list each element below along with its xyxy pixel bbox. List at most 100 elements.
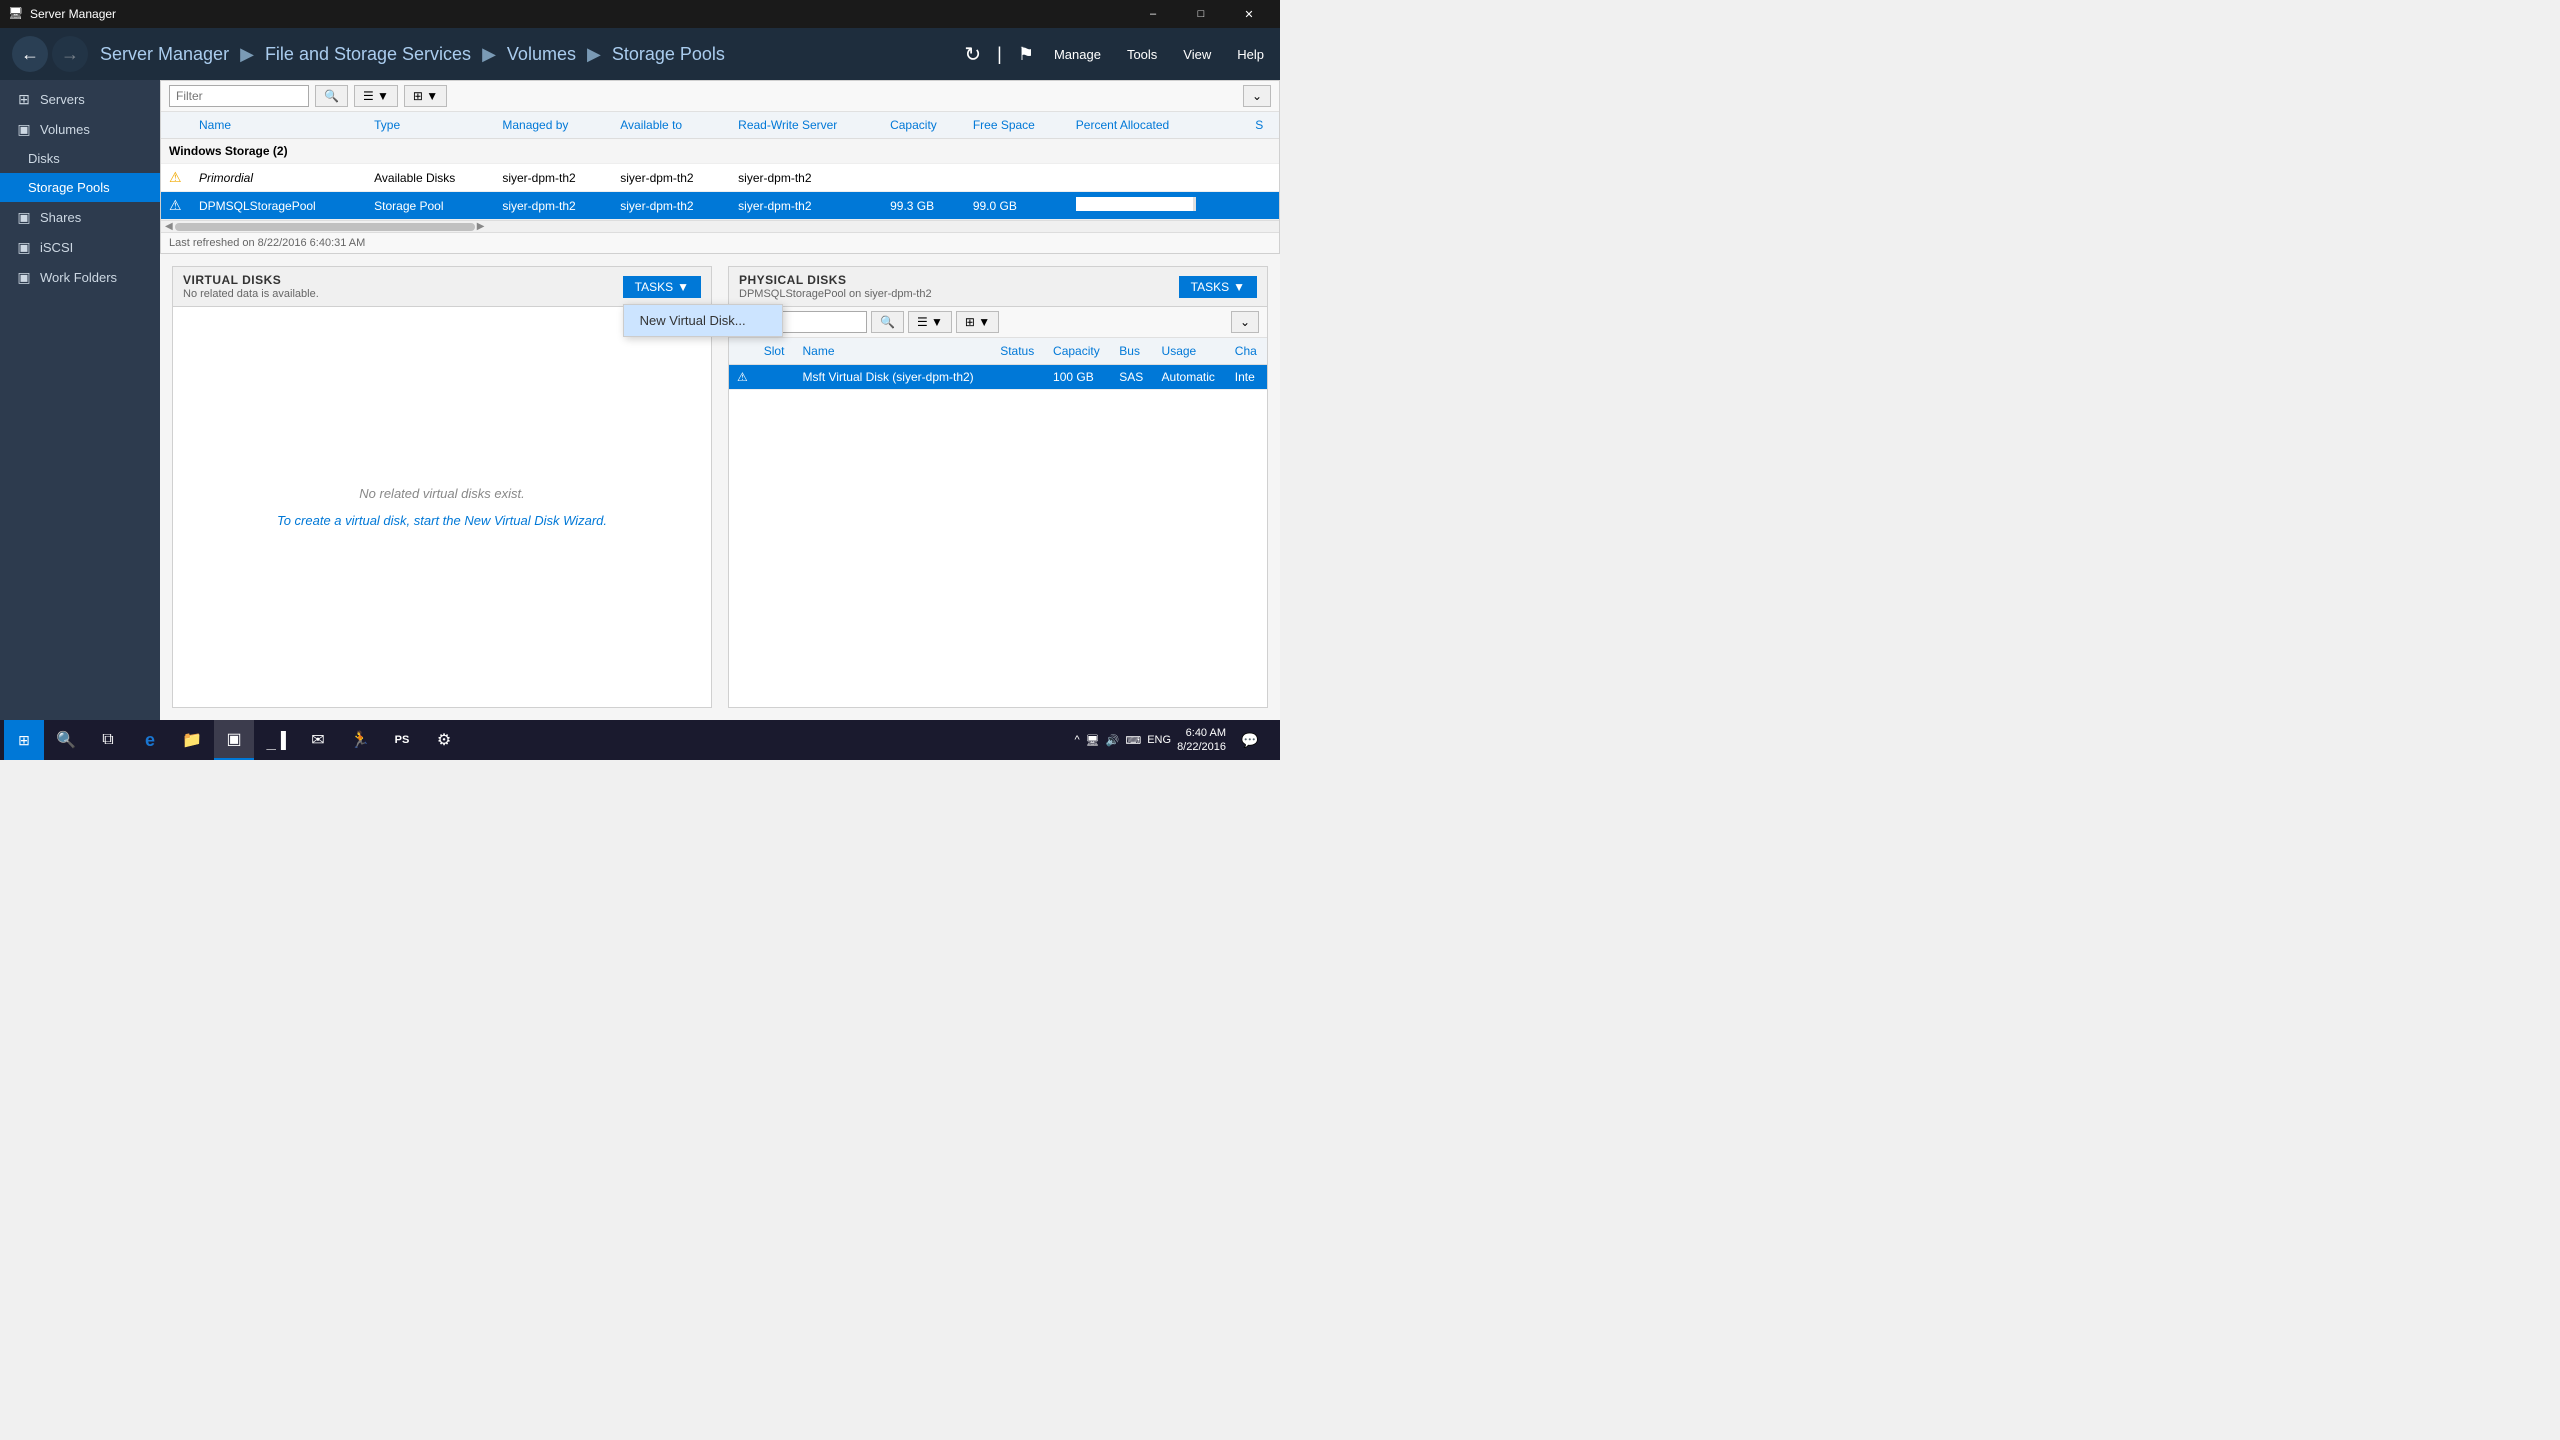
menu-tools[interactable]: Tools [1123, 43, 1161, 66]
close-button[interactable]: ✕ [1226, 0, 1272, 28]
phys-col-chassis[interactable]: Cha [1227, 338, 1267, 365]
tray-language[interactable]: ENG [1147, 734, 1171, 746]
back-button[interactable]: ← [12, 36, 48, 72]
breadcrumb-volumes[interactable]: Volumes [507, 44, 576, 64]
forward-button[interactable]: → [52, 36, 88, 72]
filter-search-button[interactable]: 🔍 [315, 85, 348, 107]
menu-view[interactable]: View [1179, 43, 1215, 66]
outlook-button[interactable]: ✉ [298, 720, 338, 760]
phys-col-slot[interactable]: Slot [756, 338, 795, 365]
col-header-s[interactable]: S [1247, 112, 1279, 139]
config-button[interactable]: ⚙ [424, 720, 464, 760]
tray-chevron-icon[interactable]: ^ [1074, 734, 1079, 746]
taskbar: ⊞ 🔍 ⧉ e 📁 ▣ _▐ ✉ 🏃 PS ⚙ ^ 🖥 🔊 ⌨ ENG 6:40… [0, 720, 1280, 760]
phys-table-row[interactable]: ⚠ Msft Virtual Disk (siyer-dpm-th2) 100 … [729, 365, 1267, 390]
row-capacity [882, 164, 965, 192]
col-header-type[interactable]: Type [366, 112, 494, 139]
physical-disks-panel: PHYSICAL DISKS DPMSQLStoragePool on siye… [728, 266, 1268, 708]
tray-network-icon[interactable]: 🖥 [1086, 734, 1100, 747]
sidebar-item-disks[interactable]: Disks [0, 144, 160, 173]
tray-volume-icon[interactable]: 🔊 [1106, 734, 1120, 747]
row-free [965, 164, 1068, 192]
run-button[interactable]: 🏃 [340, 720, 380, 760]
warning-triangle-icon: ⚠ [169, 169, 182, 185]
scroll-left-arrow[interactable]: ◀ [163, 221, 175, 232]
phys-row-warn: ⚠ [729, 365, 756, 390]
work-folders-icon: ▣ [16, 269, 32, 285]
phys-col-bus[interactable]: Bus [1111, 338, 1153, 365]
phys-row-chassis: Inte [1227, 365, 1267, 390]
ie-button[interactable]: e [130, 720, 170, 760]
minimize-button[interactable]: – [1130, 0, 1176, 28]
phys-row-bus: SAS [1111, 365, 1153, 390]
menu-manage[interactable]: Manage [1050, 43, 1105, 66]
row-available: siyer-dpm-th2 [612, 164, 730, 192]
sidebar-label-work-folders: Work Folders [40, 270, 117, 285]
col-header-available-to[interactable]: Available to [612, 112, 730, 139]
virtual-disks-content: No related virtual disks exist. To creat… [173, 307, 711, 707]
physical-disks-tasks-button[interactable]: TASKS ▼ [1179, 276, 1257, 298]
sidebar-item-volumes[interactable]: ▣ Volumes [0, 114, 160, 144]
separator: | [993, 44, 1006, 65]
col-header-free-space[interactable]: Free Space [965, 112, 1068, 139]
maximize-button[interactable]: □ [1178, 0, 1224, 28]
col-header-percent[interactable]: Percent Allocated [1068, 112, 1247, 139]
powershell-button[interactable]: PS [382, 720, 422, 760]
group-header-text: Windows Storage (2) [161, 139, 1279, 164]
phys-col-usage[interactable]: Usage [1154, 338, 1227, 365]
sidebar-item-servers[interactable]: ⊞ Servers [0, 84, 160, 114]
start-button[interactable]: ⊞ [4, 720, 44, 760]
col-header-read-write[interactable]: Read-Write Server [730, 112, 882, 139]
tray-keyboard-icon[interactable]: ⌨ [1125, 734, 1141, 747]
col-header-capacity[interactable]: Capacity [882, 112, 965, 139]
refresh-button[interactable]: ↻ [964, 42, 981, 67]
sidebar-label-servers: Servers [40, 92, 85, 107]
col-header-managed-by[interactable]: Managed by [494, 112, 612, 139]
new-virtual-disk-item[interactable]: New Virtual Disk... [624, 305, 782, 336]
table-row-selected[interactable]: ⚠ DPMSQLStoragePool Storage Pool siyer-d… [161, 192, 1279, 220]
scroll-right-arrow[interactable]: ▶ [475, 221, 487, 232]
flag-button[interactable]: ⚑ [1018, 44, 1034, 65]
phys-view-button[interactable]: ☰ ▼ [908, 311, 952, 333]
filter-input[interactable] [169, 85, 309, 107]
sidebar-item-shares[interactable]: ▣ Shares [0, 202, 160, 232]
phys-col-name[interactable]: Name [795, 338, 993, 365]
col-header-name-text[interactable]: Name [191, 112, 366, 139]
table-row[interactable]: ⚠ Primordial Available Disks siyer-dpm-t… [161, 164, 1279, 192]
sidebar-item-storage-pools[interactable]: Storage Pools [0, 173, 160, 202]
cmd-button[interactable]: _▐ [256, 720, 296, 760]
sidebar-item-iscsi[interactable]: ▣ iSCSI [0, 232, 160, 262]
phys-filter-search-button[interactable]: 🔍 [871, 311, 904, 333]
view-options-button[interactable]: ☰ ▼ [354, 85, 398, 107]
breadcrumb-storage-pools[interactable]: Storage Pools [612, 44, 725, 64]
task-view-button[interactable]: ⧉ [88, 720, 128, 760]
breadcrumb-root[interactable]: Server Manager [100, 44, 229, 64]
notification-button[interactable]: 💬 [1232, 720, 1268, 760]
sidebar-item-work-folders[interactable]: ▣ Work Folders [0, 262, 160, 292]
server-manager-button[interactable]: ▣ [214, 720, 254, 760]
refresh-info: Last refreshed on 8/22/2016 6:40:31 AM [161, 232, 1279, 253]
horizontal-scrollbar[interactable]: ◀ ▶ [161, 220, 1279, 232]
row-percent [1068, 164, 1247, 192]
file-explorer-button[interactable]: 📁 [172, 720, 212, 760]
phys-col-status[interactable]: Status [992, 338, 1045, 365]
create-virtual-disk-link[interactable]: To create a virtual disk, start the New … [277, 513, 607, 528]
menu-help[interactable]: Help [1233, 43, 1268, 66]
breadcrumb-file-storage[interactable]: File and Storage Services [265, 44, 471, 64]
col-header-name[interactable] [161, 112, 191, 139]
phys-col-capacity[interactable]: Capacity [1045, 338, 1111, 365]
clock-date: 8/22/2016 [1177, 740, 1226, 754]
scroll-thumb[interactable] [175, 223, 475, 231]
phys-group-button[interactable]: ⊞ ▼ [956, 311, 999, 333]
phys-expand-button[interactable]: ⌄ [1231, 311, 1259, 333]
virtual-disks-tasks-button[interactable]: TASKS ▼ [623, 276, 701, 298]
virtual-disks-panel: VIRTUAL DISKS No related data is availab… [172, 266, 712, 708]
taskbar-clock[interactable]: 6:40 AM 8/22/2016 [1177, 726, 1226, 755]
group-button[interactable]: ⊞ ▼ [404, 85, 447, 107]
expand-button[interactable]: ⌄ [1243, 85, 1271, 107]
phys-row-status [992, 365, 1045, 390]
search-button[interactable]: 🔍 [46, 720, 86, 760]
sidebar: ⊞ Servers ▣ Volumes Disks Storage Pools … [0, 80, 160, 720]
row-name: DPMSQLStoragePool [191, 192, 366, 220]
phys-col-warn[interactable] [729, 338, 756, 365]
